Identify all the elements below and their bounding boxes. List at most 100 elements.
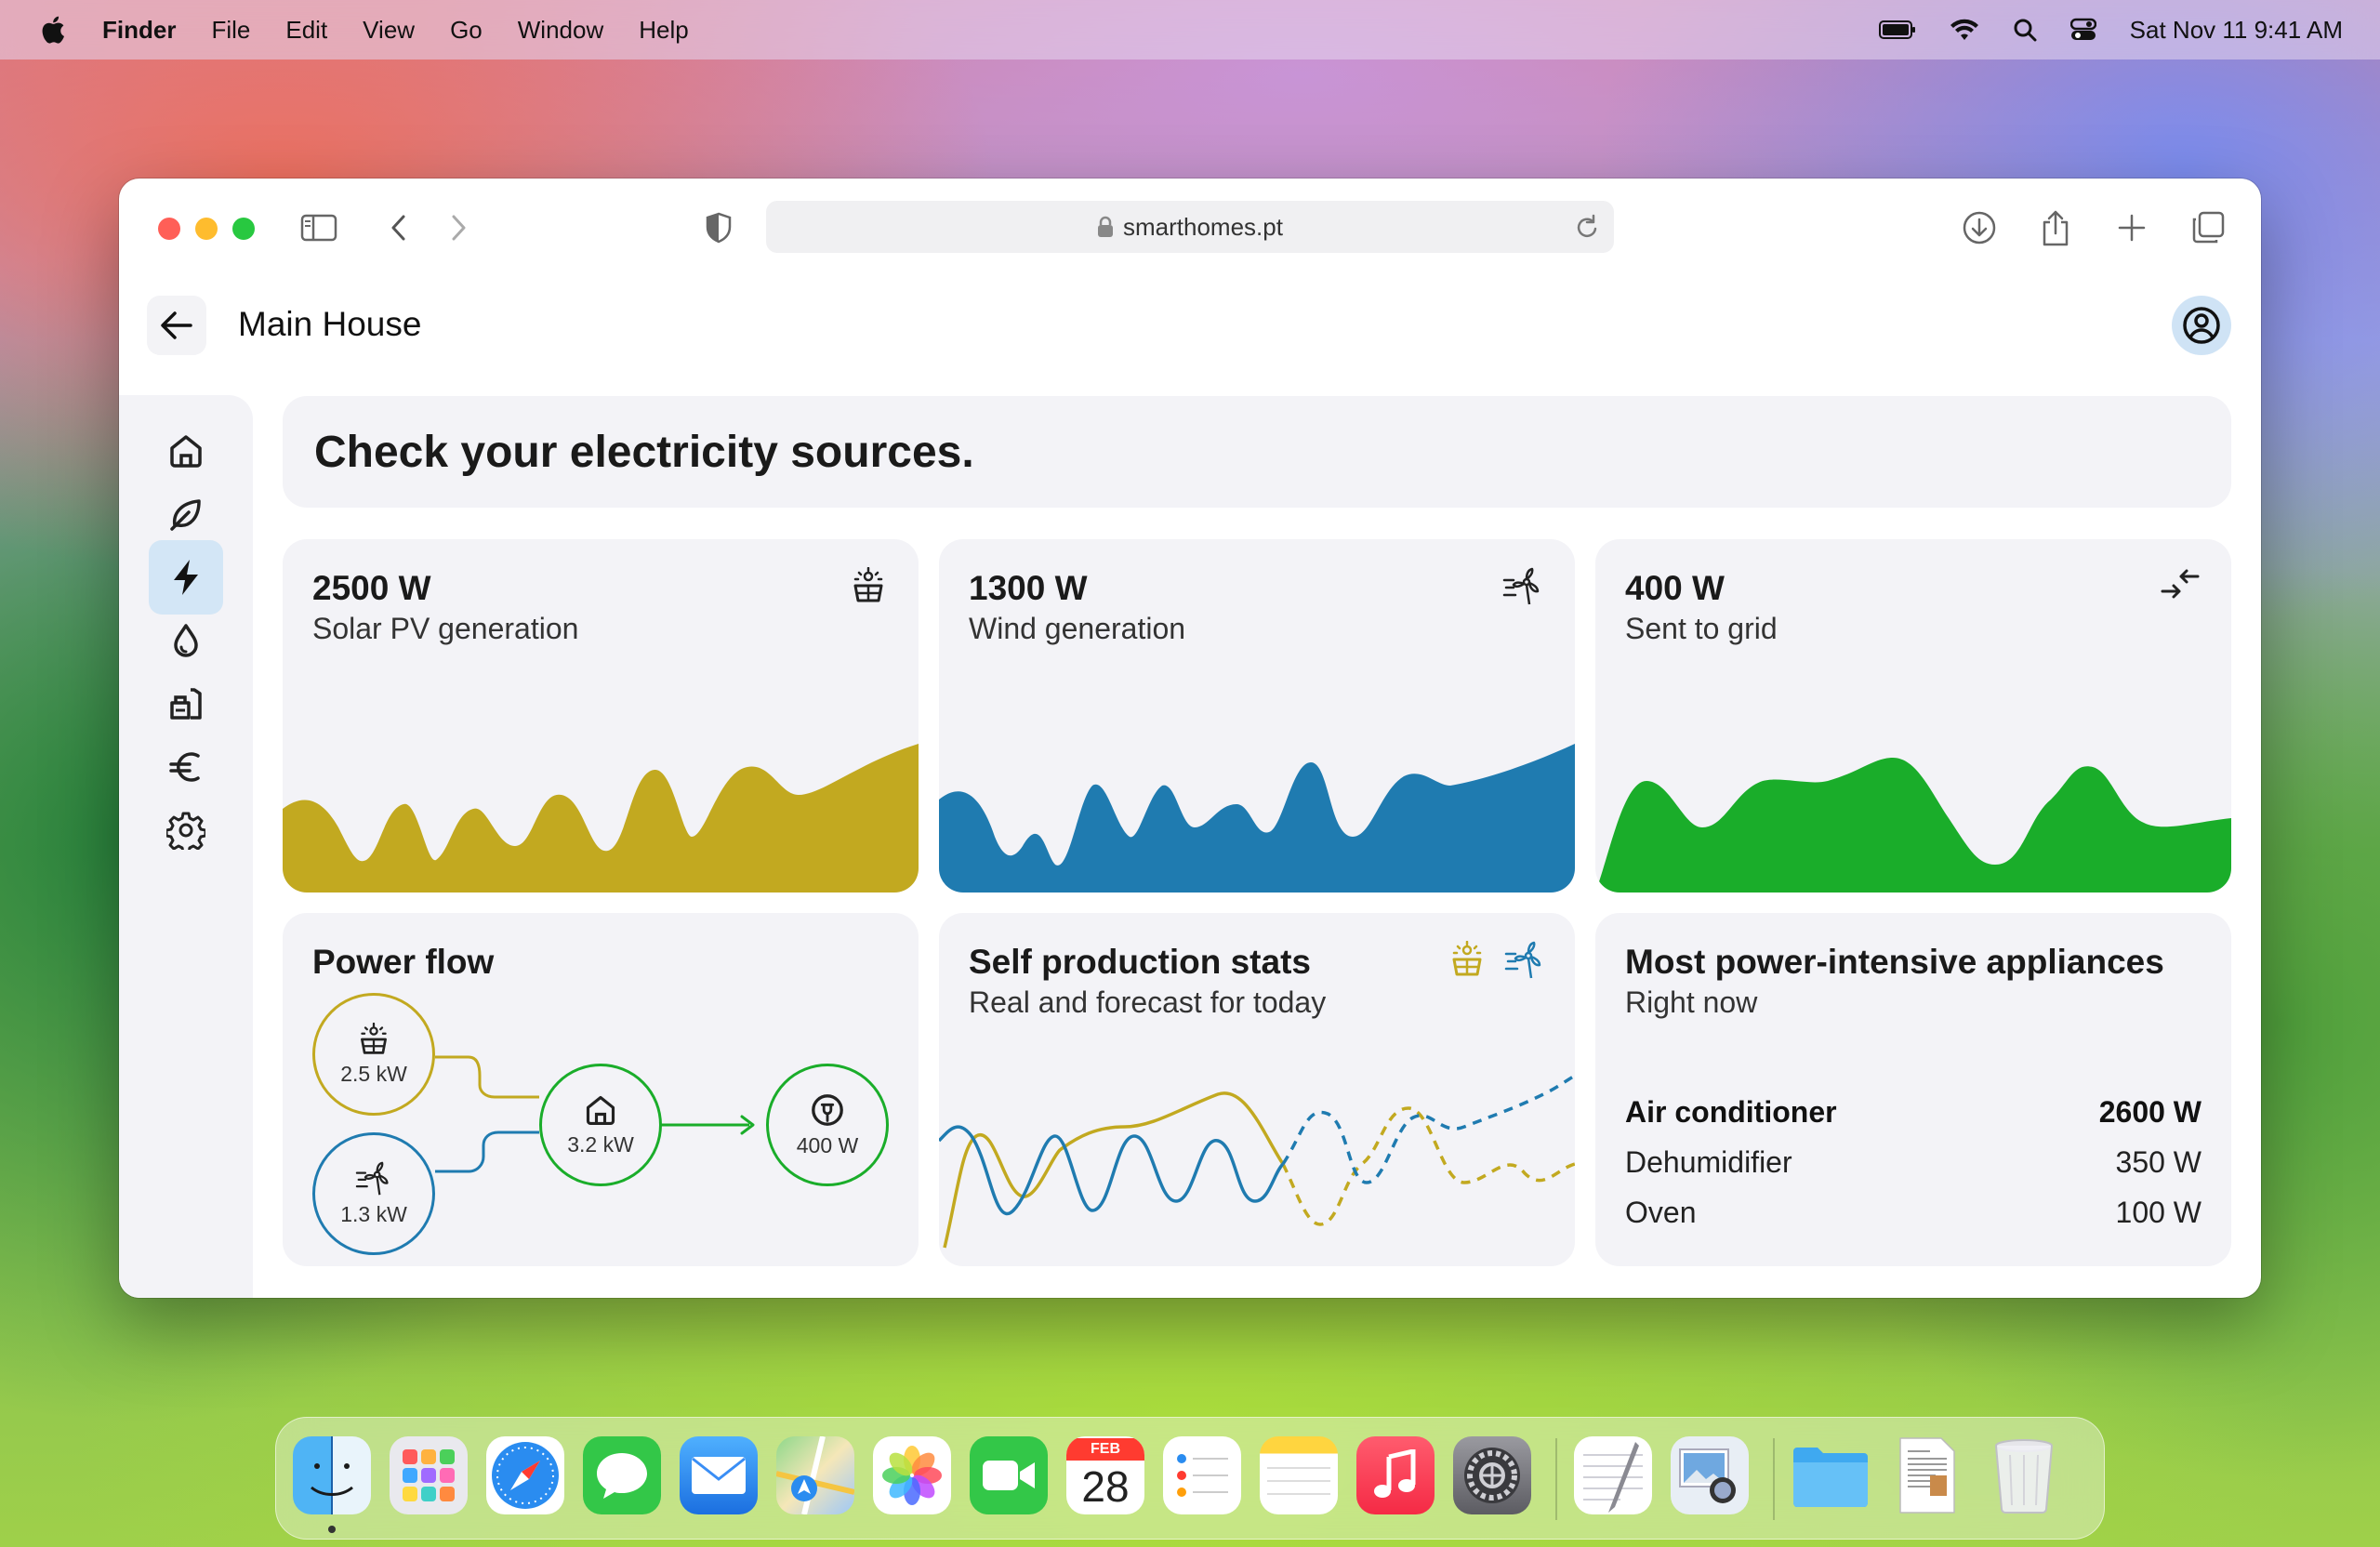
grid-flow-value: 400 W — [796, 1132, 859, 1157]
new-tab-icon[interactable] — [2110, 206, 2153, 249]
grid-label: Sent to grid — [1625, 612, 1778, 645]
appliance-power: 350 W — [2115, 1145, 2202, 1179]
appliances-title: Most power-intensive appliances — [1625, 943, 2164, 981]
wind-flow-value: 1.3 kW — [340, 1201, 407, 1226]
apple-logo-icon[interactable] — [37, 14, 67, 46]
gas-heater-icon — [170, 688, 202, 720]
forward-icon[interactable] — [437, 206, 480, 249]
grid-exchange-icon — [2161, 569, 2200, 599]
menu-bar: Finder File Edit View Go Window Help Sat… — [0, 0, 2380, 60]
minimize-window-button[interactable] — [195, 218, 218, 240]
mail-icon[interactable] — [680, 1436, 758, 1514]
dock: FEB 28 — [275, 1417, 2105, 1540]
self-production-card[interactable]: Self production stats Real and forecast … — [939, 913, 1575, 1266]
calendar-icon[interactable]: FEB 28 — [1066, 1436, 1144, 1514]
appliance-name: Dehumidifier — [1625, 1145, 1792, 1179]
app-header: Main House — [119, 273, 2261, 385]
sidebar-toggle-icon[interactable] — [298, 206, 340, 249]
notes-icon[interactable] — [1260, 1436, 1338, 1514]
back-icon[interactable] — [377, 206, 420, 249]
textedit-icon[interactable] — [1574, 1436, 1652, 1514]
grid-card[interactable]: 400 W Sent to grid — [1595, 539, 2231, 892]
house-flow-value: 3.2 kW — [567, 1131, 634, 1157]
nav-settings[interactable] — [149, 793, 223, 867]
page-headline: Check your electricity sources. — [283, 396, 2231, 508]
safari-icon[interactable] — [486, 1436, 564, 1514]
privacy-shield-icon[interactable] — [697, 206, 740, 249]
facetime-icon[interactable] — [970, 1436, 1048, 1514]
maps-icon[interactable] — [776, 1436, 854, 1514]
zoom-window-button[interactable] — [232, 218, 255, 240]
wind-flow-node[interactable]: 1.3 kW — [312, 1132, 435, 1255]
solar-flow-node[interactable]: 2.5 kW — [312, 993, 435, 1116]
user-account-button[interactable] — [2172, 296, 2231, 355]
music-icon[interactable] — [1356, 1436, 1435, 1514]
menu-edit[interactable]: Edit — [285, 16, 327, 45]
tab-overview-icon[interactable] — [2187, 206, 2229, 249]
appliance-row[interactable]: Dehumidifier 350 W — [1625, 1145, 2202, 1180]
user-avatar-icon — [2183, 307, 2220, 344]
appliance-name: Air conditioner — [1625, 1095, 1837, 1129]
appliance-row[interactable]: Air conditioner 2600 W — [1625, 1095, 2202, 1130]
wind-generation-chart — [939, 744, 1575, 892]
arrow-left-icon — [161, 311, 192, 339]
wind-card[interactable]: 1300 W Wind generation — [939, 539, 1575, 892]
system-settings-icon[interactable] — [1453, 1436, 1531, 1514]
control-center-icon[interactable] — [2069, 18, 2096, 42]
grid-plug-icon — [812, 1093, 843, 1126]
appliance-row[interactable]: Oven 100 W — [1625, 1196, 2202, 1230]
reminders-icon[interactable] — [1163, 1436, 1241, 1514]
wind-turbine-icon — [1502, 567, 1540, 605]
photos-icon[interactable] — [873, 1436, 951, 1514]
page-title: Main House — [238, 305, 422, 343]
menu-window[interactable]: Window — [518, 16, 603, 45]
downloads-icon[interactable] — [1958, 206, 2001, 249]
wifi-icon[interactable] — [1950, 18, 1979, 42]
solar-flow-value: 2.5 kW — [340, 1061, 407, 1086]
launchpad-icon[interactable] — [390, 1436, 468, 1514]
dock-separator — [1773, 1438, 1775, 1520]
menu-view[interactable]: View — [363, 16, 415, 45]
menu-clock[interactable]: Sat Nov 11 9:41 AM — [2130, 16, 2343, 45]
grid-value: 400 W — [1625, 569, 1725, 607]
address-bar[interactable]: smarthomes.pt — [766, 201, 1614, 253]
menu-help[interactable]: Help — [639, 16, 688, 45]
back-button[interactable] — [147, 296, 206, 355]
home-icon — [170, 435, 202, 468]
solar-generation-chart — [283, 744, 919, 892]
url-text: smarthomes.pt — [1123, 212, 1283, 241]
wind-label: Wind generation — [969, 612, 1186, 645]
leaf-icon — [170, 499, 201, 531]
appliance-power: 2600 W — [2098, 1095, 2202, 1129]
appliances-subtitle: Right now — [1625, 985, 1758, 1019]
grid-export-chart — [1595, 758, 2231, 892]
sidebar-nav — [119, 395, 253, 1298]
wind-value: 1300 W — [969, 569, 1088, 607]
battery-icon[interactable] — [1878, 20, 1916, 40]
reload-icon[interactable] — [1575, 213, 1601, 241]
menu-file[interactable]: File — [211, 16, 250, 45]
calendar-month: FEB — [1066, 1438, 1144, 1461]
appliances-card[interactable]: Most power-intensive appliances Right no… — [1595, 913, 2231, 1266]
menu-go[interactable]: Go — [450, 16, 483, 45]
solar-card[interactable]: 2500 W Solar PV generation — [283, 539, 919, 892]
preview-icon[interactable] — [1671, 1436, 1749, 1514]
lock-icon — [1098, 216, 1114, 237]
document-icon[interactable] — [1888, 1436, 1966, 1514]
spotlight-search-icon[interactable] — [2013, 18, 2037, 42]
menu-app-name[interactable]: Finder — [102, 16, 176, 45]
messages-icon[interactable] — [583, 1436, 661, 1514]
finder-icon[interactable] — [293, 1436, 371, 1514]
share-icon[interactable] — [2034, 206, 2077, 249]
solar-value: 2500 W — [312, 569, 431, 607]
appliance-power: 100 W — [2115, 1196, 2202, 1229]
home-icon — [586, 1095, 615, 1125]
trash-icon[interactable] — [1985, 1436, 2063, 1514]
grid-flow-node[interactable]: 400 W — [766, 1064, 889, 1186]
power-flow-card[interactable]: Power flow 2.5 kW 1.3 kW 3.2 kW 400 W — [283, 913, 919, 1266]
water-drop-icon — [174, 624, 198, 657]
close-window-button[interactable] — [158, 218, 180, 240]
folder-icon[interactable] — [1792, 1436, 1870, 1514]
house-flow-node[interactable]: 3.2 kW — [539, 1064, 662, 1186]
lightning-icon — [174, 560, 198, 595]
